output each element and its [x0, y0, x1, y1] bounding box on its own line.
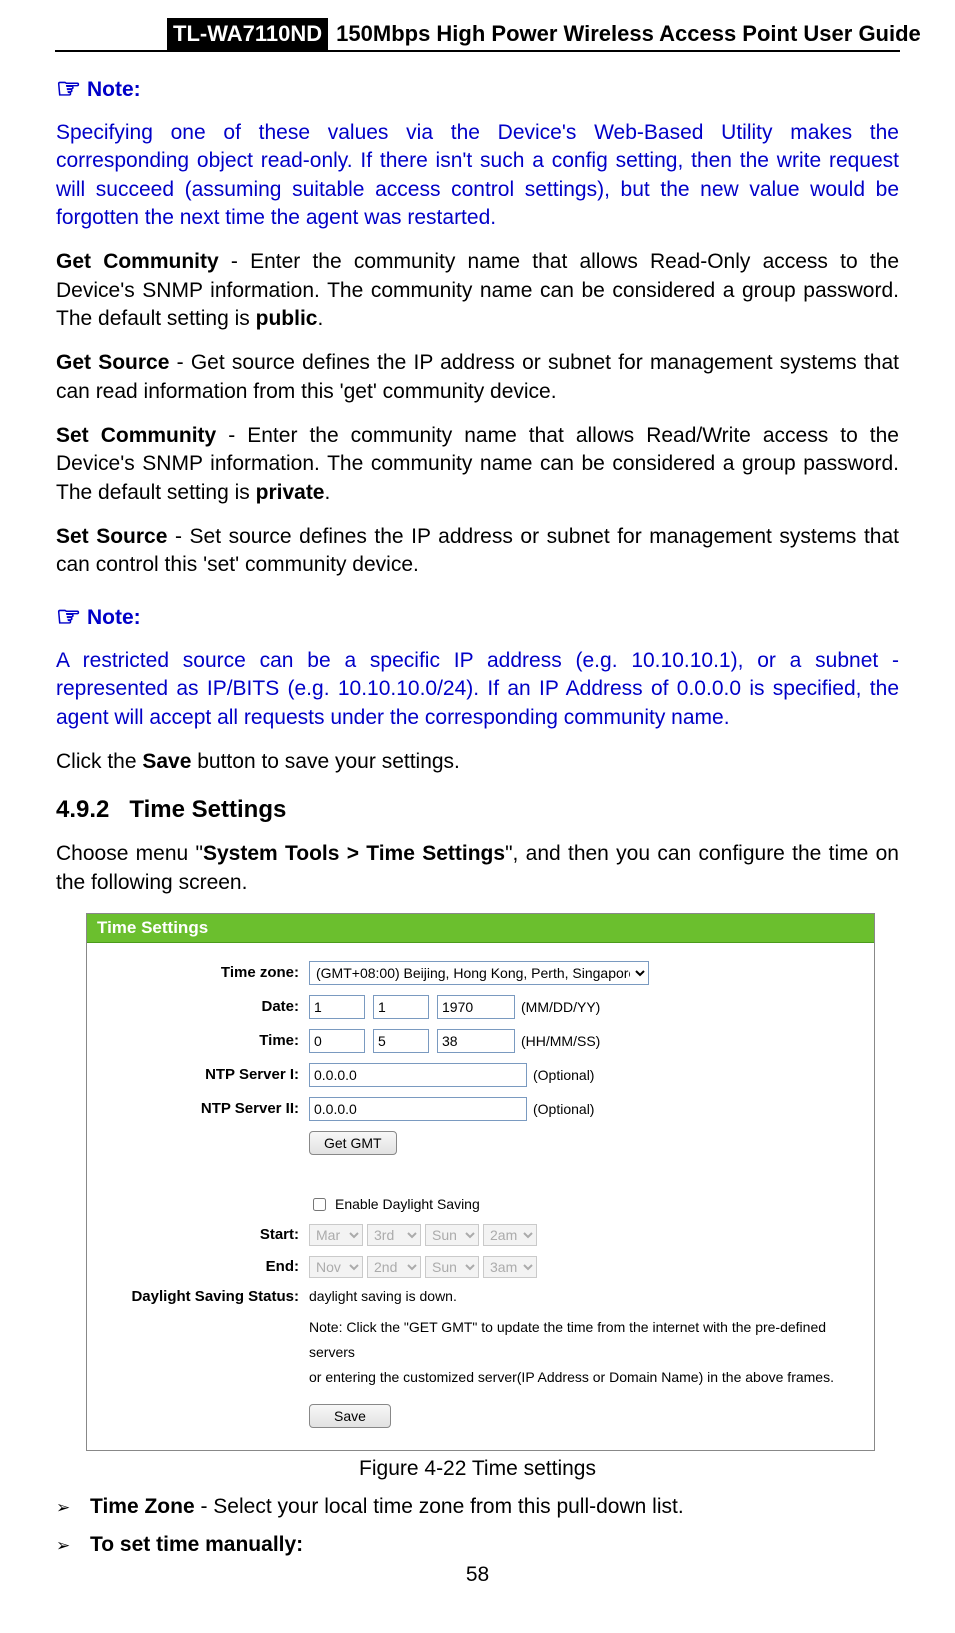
header-rule: [55, 50, 900, 52]
dss-row: Daylight Saving Status: daylight saving …: [99, 1288, 862, 1305]
tail: .: [317, 307, 323, 330]
save-paragraph: Click the Save button to save your setti…: [56, 748, 899, 776]
hand-icon: ☞: [56, 601, 81, 632]
time-label: Time:: [99, 1032, 309, 1049]
rest: - Select your local time zone from this …: [195, 1495, 684, 1518]
time-hour-input[interactable]: [309, 1029, 365, 1053]
chevron-icon: ➢: [56, 1498, 90, 1518]
text: - Set source defines the IP address or s…: [56, 525, 899, 576]
intro-para: Choose menu "System Tools > Time Setting…: [56, 840, 899, 897]
date-day-input[interactable]: [373, 995, 429, 1019]
post: button to save your settings.: [191, 750, 460, 773]
ntp1-optional: (Optional): [533, 1067, 594, 1083]
pre: Choose menu ": [56, 842, 203, 865]
end-month-select[interactable]: Nov: [309, 1256, 363, 1278]
get-community-para: Get Community - Enter the community name…: [56, 248, 899, 333]
note-heading-2: ☞ Note:: [56, 600, 899, 633]
panel-body: Time zone: (GMT+08:00) Beijing, Hong Kon…: [87, 943, 874, 1451]
figure-note: Note: Click the "GET GMT" to update the …: [309, 1315, 862, 1391]
timezone-label: Time zone:: [99, 964, 309, 981]
note-line-1: Note: Click the "GET GMT" to update the …: [309, 1315, 862, 1365]
doc-title: 150Mbps High Power Wireless Access Point…: [328, 18, 921, 50]
default: private: [256, 481, 325, 504]
start-hour-select[interactable]: 2am: [483, 1224, 537, 1246]
term: Get Source: [56, 351, 169, 374]
tail: .: [325, 481, 331, 504]
enable-ds-checkbox[interactable]: [313, 1198, 326, 1211]
timezone-select[interactable]: (GMT+08:00) Beijing, Hong Kong, Perth, S…: [309, 961, 649, 985]
note-label-text: Note:: [87, 606, 141, 629]
bullet-text: Time Zone - Select your local time zone …: [90, 1495, 684, 1519]
start-week-select[interactable]: 3rd: [367, 1224, 421, 1246]
timezone-row: Time zone: (GMT+08:00) Beijing, Hong Kon…: [99, 961, 862, 985]
save-button[interactable]: Save: [309, 1404, 391, 1428]
note-body: Specifying one of these values via the D…: [56, 119, 899, 232]
date-month-input[interactable]: [309, 995, 365, 1019]
date-label: Date:: [99, 998, 309, 1015]
bullet-2: ➢ To set time manually:: [56, 1533, 899, 1557]
doc-header: TL-WA7110ND 150Mbps High Power Wireless …: [167, 18, 955, 50]
start-day-select[interactable]: Sun: [425, 1224, 479, 1246]
section-title: Time Settings: [129, 796, 286, 823]
model-badge: TL-WA7110ND: [167, 18, 328, 50]
ntp2-optional: (Optional): [533, 1101, 594, 1117]
start-month-select[interactable]: Mar: [309, 1224, 363, 1246]
bullet-1: ➢ Time Zone - Select your local time zon…: [56, 1495, 899, 1519]
time-minute-input[interactable]: [373, 1029, 429, 1053]
section-num: 4.9.2: [56, 796, 109, 823]
figure-screenshot: Time Settings Time zone: (GMT+08:00) Bei…: [86, 913, 875, 1452]
dss-text: daylight saving is down.: [309, 1288, 457, 1304]
note-label-text: Note:: [87, 78, 141, 101]
bullet-text: To set time manually:: [90, 1533, 303, 1557]
enable-ds-row: Enable Daylight Saving: [99, 1195, 862, 1214]
set-community-para: Set Community - Enter the community name…: [56, 422, 899, 507]
dss-label: Daylight Saving Status:: [99, 1288, 309, 1305]
note-line-2: or entering the customized server(IP Add…: [309, 1365, 862, 1390]
chevron-icon: ➢: [56, 1536, 90, 1556]
ntp2-input[interactable]: [309, 1097, 527, 1121]
page-number: 58: [0, 1563, 955, 1587]
date-year-input[interactable]: [437, 995, 515, 1019]
end-day-select[interactable]: Sun: [425, 1256, 479, 1278]
ntp2-label: NTP Server II:: [99, 1100, 309, 1117]
hand-icon: ☞: [56, 73, 81, 104]
end-week-select[interactable]: 2nd: [367, 1256, 421, 1278]
figure-caption: Figure 4-22 Time settings: [56, 1457, 899, 1481]
note-body-2: A restricted source can be a specific IP…: [56, 647, 899, 732]
ntp2-row: NTP Server II: (Optional): [99, 1097, 862, 1121]
menu-path: System Tools > Time Settings: [203, 842, 505, 865]
term: Set Community: [56, 424, 216, 447]
save-row: Save: [99, 1404, 862, 1428]
ntp1-input[interactable]: [309, 1063, 527, 1087]
section-heading: 4.9.2 Time Settings: [56, 796, 899, 824]
save-bold: Save: [142, 750, 191, 773]
pre: Click the: [56, 750, 142, 773]
get-source-para: Get Source - Get source defines the IP a…: [56, 349, 899, 406]
ntp1-row: NTP Server I: (Optional): [99, 1063, 862, 1087]
date-row: Date: (MM/DD/YY): [99, 995, 862, 1019]
text: - Get source defines the IP address or s…: [56, 351, 899, 402]
term: Get Community: [56, 250, 219, 273]
ntp1-label: NTP Server I:: [99, 1066, 309, 1083]
start-label: Start:: [99, 1226, 309, 1243]
end-row: End: Nov 2nd Sun 3am: [99, 1256, 862, 1278]
time-second-input[interactable]: [437, 1029, 515, 1053]
note-heading: ☞ Note:: [56, 72, 899, 105]
enable-ds-text: Enable Daylight Saving: [335, 1196, 480, 1212]
start-row: Start: Mar 3rd Sun 2am: [99, 1224, 862, 1246]
time-row: Time: (HH/MM/SS): [99, 1029, 862, 1053]
set-source-para: Set Source - Set source defines the IP a…: [56, 523, 899, 580]
default: public: [256, 307, 318, 330]
term: To set time manually:: [90, 1533, 303, 1556]
end-hour-select[interactable]: 3am: [483, 1256, 537, 1278]
get-gmt-button[interactable]: Get GMT: [309, 1131, 397, 1155]
panel-title: Time Settings: [87, 914, 874, 943]
time-hint: (HH/MM/SS): [521, 1033, 600, 1049]
get-gmt-row: Get GMT: [99, 1131, 862, 1155]
date-hint: (MM/DD/YY): [521, 999, 600, 1015]
term: Time Zone: [90, 1495, 195, 1518]
end-label: End:: [99, 1258, 309, 1275]
term: Set Source: [56, 525, 167, 548]
